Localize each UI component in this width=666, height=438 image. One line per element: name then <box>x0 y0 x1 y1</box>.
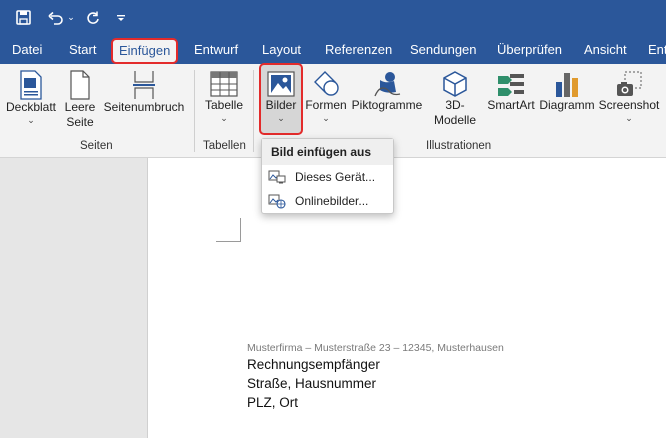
chevron-down-icon: ⌄ <box>220 113 228 123</box>
tab-sendungen[interactable]: Sendungen <box>410 35 477 64</box>
group-separator <box>194 70 195 152</box>
tab-ansicht[interactable]: Ansicht <box>584 35 627 64</box>
margin-corner-mark <box>216 218 241 242</box>
address-line-3[interactable]: PLZ, Ort <box>247 395 298 410</box>
page-break-icon <box>133 71 155 99</box>
tab-ueberpruefen[interactable]: Überprüfen <box>497 35 562 64</box>
menu-item-label: Dieses Gerät... <box>295 170 376 184</box>
group-label-tabellen: Tabellen <box>203 140 246 152</box>
document-margin <box>0 158 147 438</box>
tab-entwurf[interactable]: Entwurf <box>194 35 238 64</box>
leere-seite-button[interactable]: Leere Seite <box>62 64 98 130</box>
save-icon[interactable] <box>10 0 36 35</box>
group-label-illustrationen: Illustrationen <box>426 140 492 152</box>
chevron-down-icon: ⌄ <box>625 113 633 123</box>
tab-referenzen[interactable]: Referenzen <box>325 35 392 64</box>
menu-item-dieses-geraet[interactable]: Dieses Gerät... <box>262 165 393 189</box>
menu-item-label: Onlinebilder... <box>295 194 369 208</box>
blank-page-icon <box>70 70 90 100</box>
bilder-button[interactable]: Bilder ⌄ <box>259 64 303 123</box>
title-bar: ⌄ <box>0 0 666 35</box>
group-separator <box>253 70 254 152</box>
3d-modelle-label-1: 3D- <box>445 98 465 112</box>
chevron-down-icon: ⌄ <box>322 113 330 123</box>
bild-einfuegen-dropdown: Bild einfügen aus Dieses Gerät... Online… <box>261 138 394 214</box>
3d-modelle-button[interactable]: 3D- Modelle <box>426 64 484 128</box>
chevron-down-icon: ⌄ <box>277 113 285 123</box>
document-page[interactable] <box>147 158 666 438</box>
diagramm-label: Diagramm <box>539 98 595 112</box>
formen-label: Formen <box>305 98 347 112</box>
chevron-down-icon: ⌄ <box>27 115 35 125</box>
menu-item-onlinebilder[interactable]: Onlinebilder... <box>262 189 393 213</box>
sender-line[interactable]: Musterfirma – Musterstraße 23 – 12345, M… <box>247 342 504 354</box>
3d-modelle-label-2: Modelle <box>433 113 477 127</box>
shapes-icon <box>314 71 339 96</box>
leere-seite-label-2: Seite <box>66 115 94 129</box>
address-line-2[interactable]: Straße, Hausnummer <box>247 376 376 391</box>
tabelle-label: Tabelle <box>204 98 244 112</box>
tab-layout[interactable]: Layout <box>262 35 301 64</box>
smartart-icon <box>498 74 524 96</box>
online-pictures-icon <box>268 194 286 209</box>
tabelle-button[interactable]: Tabelle ⌄ <box>199 64 249 123</box>
piktogramme-label: Piktogramme <box>351 98 423 112</box>
tab-entwicklertools[interactable]: Ent <box>648 35 666 64</box>
tab-datei[interactable]: Datei <box>12 35 42 64</box>
leere-seite-label-1: Leere <box>64 100 96 114</box>
piktogramme-button[interactable]: Piktogramme <box>349 64 425 113</box>
deckblatt-button[interactable]: Deckblatt ⌄ <box>2 64 60 125</box>
icons-icon <box>374 72 401 97</box>
formen-button[interactable]: Formen ⌄ <box>304 64 348 123</box>
smartart-button[interactable]: SmartArt <box>486 64 536 113</box>
this-device-icon <box>268 170 286 184</box>
diagramm-button[interactable]: Diagramm <box>538 64 596 113</box>
seitenumbruch-button[interactable]: Seitenumbruch <box>100 64 188 115</box>
seitenumbruch-label: Seitenumbruch <box>103 100 185 114</box>
screenshot-button[interactable]: Screenshot ⌄ <box>598 64 660 123</box>
tab-einfuegen[interactable]: Einfügen <box>111 38 179 64</box>
dropdown-title: Bild einfügen aus <box>262 139 393 165</box>
screenshot-label: Screenshot <box>598 98 660 112</box>
deckblatt-label: Deckblatt <box>5 100 57 114</box>
3d-model-icon <box>443 71 467 97</box>
bilder-label: Bilder <box>265 98 297 112</box>
chart-icon <box>556 73 578 97</box>
redo-icon[interactable] <box>82 0 104 35</box>
tab-start[interactable]: Start <box>69 35 96 64</box>
group-label-seiten: Seiten <box>80 140 113 152</box>
picture-icon <box>267 71 295 97</box>
smartart-label: SmartArt <box>487 98 535 112</box>
ribbon-tabs: Datei Start Einfügen Entwurf Layout Refe… <box>0 35 666 64</box>
table-icon <box>210 71 238 97</box>
undo-icon[interactable] <box>44 0 68 35</box>
undo-dropdown-icon[interactable]: ⌄ <box>66 0 76 35</box>
customize-qat-icon[interactable] <box>114 0 128 35</box>
screenshot-icon <box>617 71 642 96</box>
cover-page-icon <box>20 70 42 100</box>
address-line-1[interactable]: Rechnungsempfänger <box>247 357 380 372</box>
